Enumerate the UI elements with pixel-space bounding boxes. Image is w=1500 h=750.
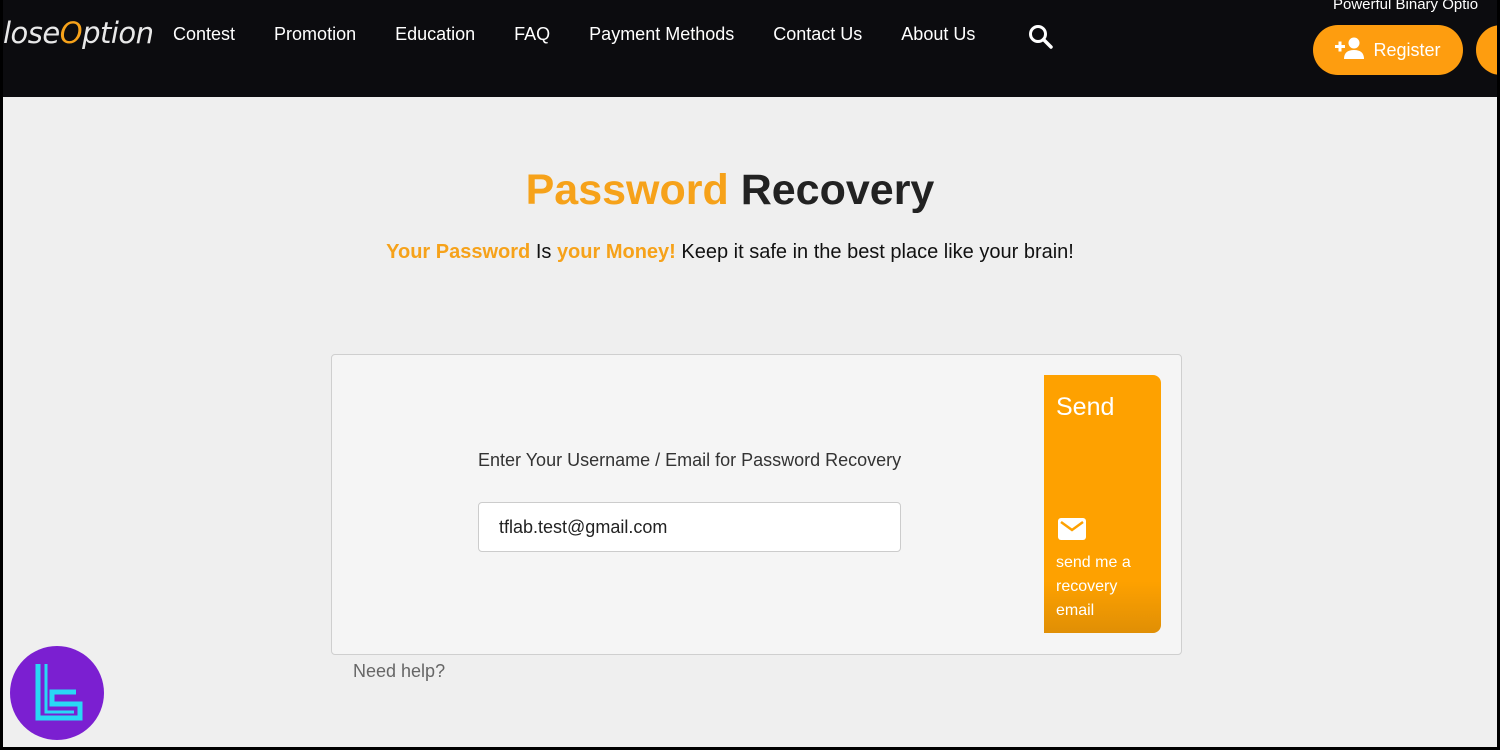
logo[interactable]: loseOption	[3, 16, 154, 50]
add-user-icon	[1335, 37, 1365, 64]
nav-contest[interactable]: Contest	[173, 24, 235, 45]
subtitle-accent-2: your Money!	[556, 241, 676, 263]
subtitle-accent-1: Your Password	[386, 241, 531, 263]
top-nav: loseOption Contest Promotion Education F…	[3, 0, 1497, 97]
title-rest: Recovery	[740, 166, 935, 214]
main-menu: Contest Promotion Education FAQ Payment …	[173, 24, 1014, 45]
page-title: Password Recovery	[3, 166, 1457, 215]
logo-text-suffix: ption	[82, 16, 154, 50]
nav-faq[interactable]: FAQ	[514, 24, 550, 45]
nav-about-us[interactable]: About Us	[901, 24, 975, 45]
recovery-form-card: Enter Your Username / Email for Password…	[331, 354, 1182, 655]
email-field[interactable]	[478, 502, 901, 552]
watermark-logo	[10, 646, 104, 745]
nav-education[interactable]: Education	[395, 24, 475, 45]
logo-text: lose	[3, 16, 60, 50]
logo-accent: O	[59, 16, 83, 50]
send-description: send me a recovery email	[1056, 554, 1131, 619]
nav-promotion[interactable]: Promotion	[274, 24, 356, 45]
search-icon[interactable]	[1028, 24, 1054, 55]
page: loseOption Contest Promotion Education F…	[3, 0, 1497, 747]
login-button[interactable]	[1476, 25, 1497, 75]
subtitle-text-2: Keep it safe in the best place like your…	[675, 241, 1074, 263]
register-button[interactable]: Register	[1313, 25, 1463, 75]
tagline: Powerful Binary Optio	[1333, 0, 1479, 13]
title-accent: Password	[525, 166, 729, 214]
subtitle-text-1: Is	[530, 241, 557, 263]
nav-payment-methods[interactable]: Payment Methods	[589, 24, 734, 45]
need-help-link[interactable]: Need help?	[353, 661, 445, 682]
email-label: Enter Your Username / Email for Password…	[478, 450, 902, 470]
register-label: Register	[1373, 39, 1441, 60]
send-button[interactable]: Send send me a recovery email	[1044, 375, 1161, 633]
envelope-icon	[1058, 518, 1086, 545]
nav-contact-us[interactable]: Contact Us	[773, 24, 862, 45]
send-title: Send	[1056, 393, 1115, 421]
page-subtitle: Your Password Is your Money! Keep it saf…	[3, 241, 1457, 264]
